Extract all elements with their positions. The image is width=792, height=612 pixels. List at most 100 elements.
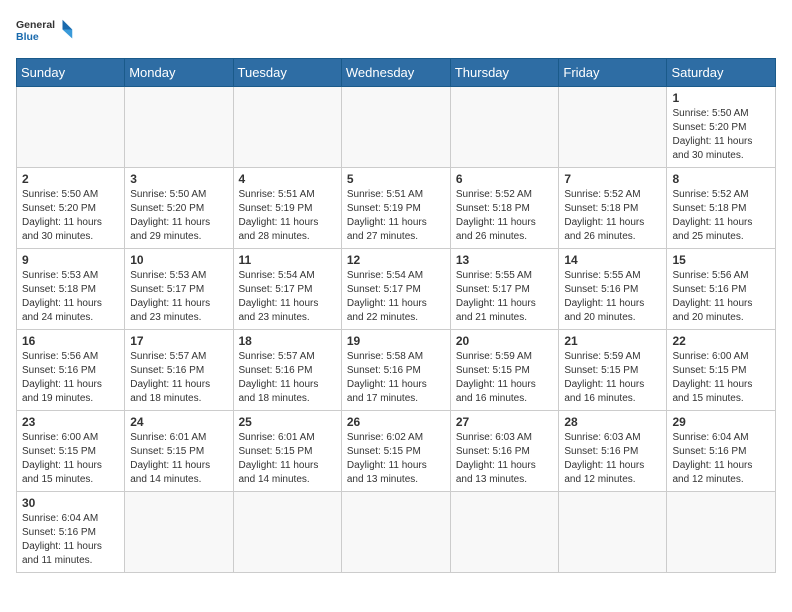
- cell-content: Sunrise: 5:56 AM Sunset: 5:16 PM Dayligh…: [22, 350, 119, 406]
- calendar-cell: [450, 492, 559, 573]
- col-header-saturday: Saturday: [667, 59, 776, 87]
- cell-content: Sunrise: 5:58 AM Sunset: 5:16 PM Dayligh…: [347, 350, 445, 406]
- day-number: 4: [239, 172, 336, 186]
- calendar-cell: 30 Sunrise: 6:04 AM Sunset: 5:16 PM Dayli…: [17, 492, 125, 573]
- day-number: 11: [239, 253, 336, 267]
- day-number: 1: [672, 91, 770, 105]
- cell-content: Sunrise: 6:02 AM Sunset: 5:15 PM Dayligh…: [347, 431, 445, 487]
- cell-content: Sunrise: 5:52 AM Sunset: 5:18 PM Dayligh…: [564, 188, 661, 244]
- calendar-cell: 19 Sunrise: 5:58 AM Sunset: 5:16 PM Dayli…: [341, 330, 450, 411]
- calendar-cell: [559, 87, 667, 168]
- cell-content: Sunrise: 6:04 AM Sunset: 5:16 PM Dayligh…: [22, 512, 119, 568]
- day-number: 18: [239, 334, 336, 348]
- day-number: 27: [456, 415, 554, 429]
- svg-text:General: General: [16, 19, 55, 31]
- calendar-cell: 27 Sunrise: 6:03 AM Sunset: 5:16 PM Dayli…: [450, 411, 559, 492]
- cell-content: Sunrise: 5:50 AM Sunset: 5:20 PM Dayligh…: [22, 188, 119, 244]
- calendar-cell: 3Sunrise: 5:50 AM Sunset: 5:20 PM Daylig…: [125, 168, 233, 249]
- cell-content: Sunrise: 5:54 AM Sunset: 5:17 PM Dayligh…: [347, 269, 445, 325]
- calendar-cell: 22Sunrise: 6:00 AM Sunset: 5:15 PM Dayli…: [667, 330, 776, 411]
- day-number: 7: [564, 172, 661, 186]
- calendar-cell: [17, 87, 125, 168]
- col-header-friday: Friday: [559, 59, 667, 87]
- cell-content: Sunrise: 5:56 AM Sunset: 5:16 PM Dayligh…: [672, 269, 770, 325]
- cell-content: Sunrise: 5:59 AM Sunset: 5:15 PM Dayligh…: [564, 350, 661, 406]
- calendar-cell: 9 Sunrise: 5:53 AM Sunset: 5:18 PM Daylig…: [17, 249, 125, 330]
- col-header-thursday: Thursday: [450, 59, 559, 87]
- cell-content: Sunrise: 6:00 AM Sunset: 5:15 PM Dayligh…: [22, 431, 119, 487]
- calendar-cell: [559, 492, 667, 573]
- calendar-cell: 10 Sunrise: 5:53 AM Sunset: 5:17 PM Dayli…: [125, 249, 233, 330]
- col-header-wednesday: Wednesday: [341, 59, 450, 87]
- calendar-cell: [125, 87, 233, 168]
- day-number: 30: [22, 496, 119, 510]
- calendar-cell: [450, 87, 559, 168]
- cell-content: Sunrise: 5:54 AM Sunset: 5:17 PM Dayligh…: [239, 269, 336, 325]
- calendar-cell: 6Sunrise: 5:52 AM Sunset: 5:18 PM Daylig…: [450, 168, 559, 249]
- calendar-cell: [125, 492, 233, 573]
- calendar-cell: [667, 492, 776, 573]
- calendar-cell: 13 Sunrise: 5:55 AM Sunset: 5:17 PM Dayli…: [450, 249, 559, 330]
- cell-content: Sunrise: 5:51 AM Sunset: 5:19 PM Dayligh…: [347, 188, 445, 244]
- day-number: 29: [672, 415, 770, 429]
- day-number: 21: [564, 334, 661, 348]
- calendar-cell: 14Sunrise: 5:55 AM Sunset: 5:16 PM Dayli…: [559, 249, 667, 330]
- logo: General Blue: [16, 16, 76, 48]
- cell-content: Sunrise: 5:55 AM Sunset: 5:16 PM Dayligh…: [564, 269, 661, 325]
- calendar-cell: [341, 492, 450, 573]
- cell-content: Sunrise: 5:53 AM Sunset: 5:18 PM Dayligh…: [22, 269, 119, 325]
- calendar-cell: 24 Sunrise: 6:01 AM Sunset: 5:15 PM Dayli…: [125, 411, 233, 492]
- calendar-cell: 16 Sunrise: 5:56 AM Sunset: 5:16 PM Dayli…: [17, 330, 125, 411]
- day-number: 5: [347, 172, 445, 186]
- calendar-cell: 29 Sunrise: 6:04 AM Sunset: 5:16 PM Dayli…: [667, 411, 776, 492]
- cell-content: Sunrise: 6:01 AM Sunset: 5:15 PM Dayligh…: [239, 431, 336, 487]
- day-number: 25: [239, 415, 336, 429]
- calendar-cell: 8Sunrise: 5:52 AM Sunset: 5:18 PM Daylig…: [667, 168, 776, 249]
- calendar-cell: 21 Sunrise: 5:59 AM Sunset: 5:15 PM Dayli…: [559, 330, 667, 411]
- cell-content: Sunrise: 6:03 AM Sunset: 5:16 PM Dayligh…: [456, 431, 554, 487]
- col-header-tuesday: Tuesday: [233, 59, 341, 87]
- day-number: 6: [456, 172, 554, 186]
- calendar-cell: [341, 87, 450, 168]
- cell-content: Sunrise: 5:53 AM Sunset: 5:17 PM Dayligh…: [130, 269, 227, 325]
- calendar-cell: 28 Sunrise: 6:03 AM Sunset: 5:16 PM Dayli…: [559, 411, 667, 492]
- calendar-cell: 2 Sunrise: 5:50 AM Sunset: 5:20 PM Daylig…: [17, 168, 125, 249]
- calendar-cell: [233, 87, 341, 168]
- day-number: 15: [672, 253, 770, 267]
- day-number: 19: [347, 334, 445, 348]
- cell-content: Sunrise: 5:50 AM Sunset: 5:20 PM Dayligh…: [672, 107, 770, 163]
- calendar-cell: 7 Sunrise: 5:52 AM Sunset: 5:18 PM Daylig…: [559, 168, 667, 249]
- calendar-cell: [233, 492, 341, 573]
- day-number: 24: [130, 415, 227, 429]
- day-number: 23: [22, 415, 119, 429]
- cell-content: Sunrise: 6:00 AM Sunset: 5:15 PM Dayligh…: [672, 350, 770, 406]
- calendar-cell: 25 Sunrise: 6:01 AM Sunset: 5:15 PM Dayli…: [233, 411, 341, 492]
- calendar-cell: 5 Sunrise: 5:51 AM Sunset: 5:19 PM Daylig…: [341, 168, 450, 249]
- day-number: 8: [672, 172, 770, 186]
- calendar-cell: 1 Sunrise: 5:50 AM Sunset: 5:20 PM Daylig…: [667, 87, 776, 168]
- cell-content: Sunrise: 6:03 AM Sunset: 5:16 PM Dayligh…: [564, 431, 661, 487]
- calendar-cell: 11 Sunrise: 5:54 AM Sunset: 5:17 PM Dayli…: [233, 249, 341, 330]
- day-number: 10: [130, 253, 227, 267]
- cell-content: Sunrise: 6:04 AM Sunset: 5:16 PM Dayligh…: [672, 431, 770, 487]
- day-number: 16: [22, 334, 119, 348]
- day-number: 26: [347, 415, 445, 429]
- cell-content: Sunrise: 5:57 AM Sunset: 5:16 PM Dayligh…: [130, 350, 227, 406]
- cell-content: Sunrise: 5:55 AM Sunset: 5:17 PM Dayligh…: [456, 269, 554, 325]
- cell-content: Sunrise: 5:59 AM Sunset: 5:15 PM Dayligh…: [456, 350, 554, 406]
- day-number: 3: [130, 172, 227, 186]
- cell-content: Sunrise: 5:57 AM Sunset: 5:16 PM Dayligh…: [239, 350, 336, 406]
- cell-content: Sunrise: 6:01 AM Sunset: 5:15 PM Dayligh…: [130, 431, 227, 487]
- calendar-cell: 12 Sunrise: 5:54 AM Sunset: 5:17 PM Dayli…: [341, 249, 450, 330]
- day-number: 12: [347, 253, 445, 267]
- day-number: 13: [456, 253, 554, 267]
- day-number: 17: [130, 334, 227, 348]
- day-number: 28: [564, 415, 661, 429]
- calendar-header-row: SundayMondayTuesdayWednesdayThursdayFrid…: [17, 59, 776, 87]
- day-number: 9: [22, 253, 119, 267]
- day-number: 2: [22, 172, 119, 186]
- calendar-cell: 17 Sunrise: 5:57 AM Sunset: 5:16 PM Dayli…: [125, 330, 233, 411]
- calendar-cell: 26 Sunrise: 6:02 AM Sunset: 5:15 PM Dayli…: [341, 411, 450, 492]
- calendar-table: SundayMondayTuesdayWednesdayThursdayFrid…: [16, 58, 776, 573]
- calendar-cell: 4Sunrise: 5:51 AM Sunset: 5:19 PM Daylig…: [233, 168, 341, 249]
